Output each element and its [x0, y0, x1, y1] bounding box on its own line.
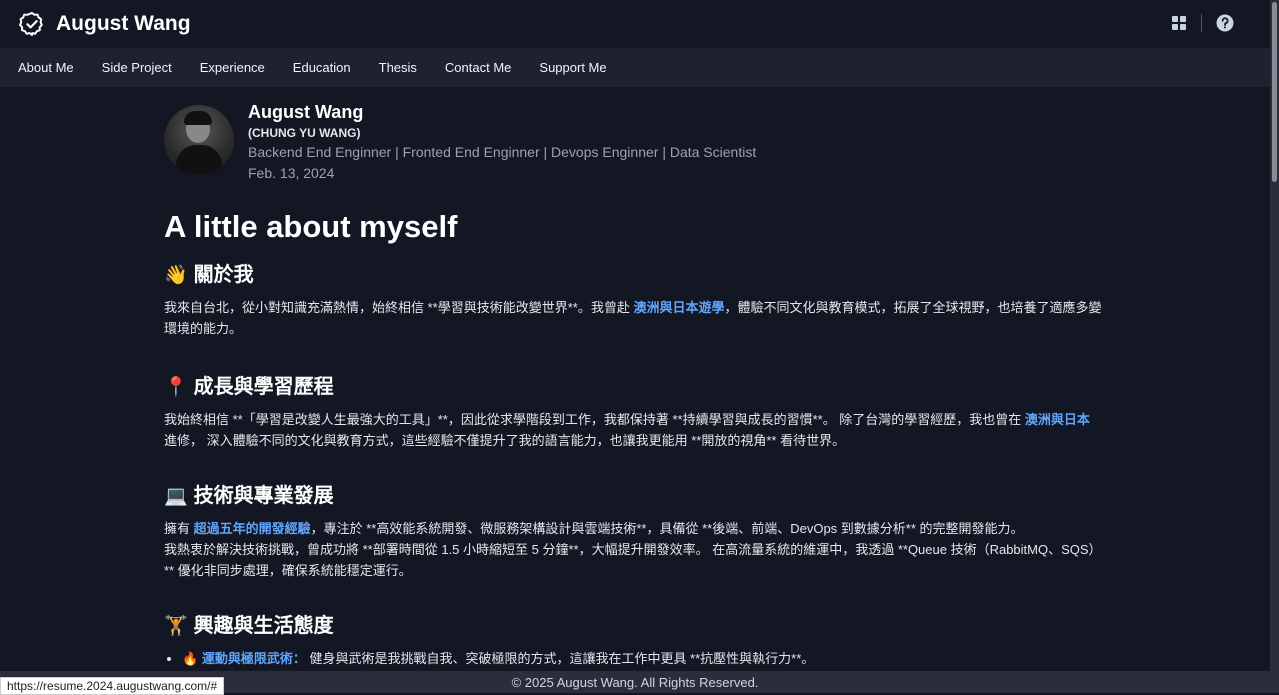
help-icon[interactable]: [1216, 14, 1234, 32]
scroll-thumb[interactable]: [1272, 2, 1277, 182]
section-title: 技術與專業發展: [193, 485, 334, 507]
fire-icon: 🔥: [182, 651, 199, 666]
nav-thesis[interactable]: Thesis: [379, 60, 417, 75]
section-heading: 🏋 興趣與生活態度: [164, 613, 814, 639]
divider: [1201, 14, 1202, 32]
nav-education[interactable]: Education: [293, 60, 351, 75]
section-heading: 💻 技術與專業發展: [164, 483, 1104, 509]
section-heading: 👋 關於我: [164, 262, 1104, 288]
section-title: 關於我: [193, 264, 254, 286]
nav-contact-me[interactable]: Contact Me: [445, 60, 511, 75]
paragraph-text: 擁有: [164, 521, 194, 536]
main-nav: About Me Side Project Experience Educati…: [0, 48, 1270, 87]
section-paragraph: 我來自台北，從小對知識充滿熱情，始終相信 **學習與技術能改變世界**。我曾赴 …: [164, 297, 1104, 339]
brand[interactable]: August Wang: [19, 11, 191, 37]
section-paragraph: 我熱衷於解決技術挑戰，曾成功將 **部署時間從 1.5 小時縮短至 5 分鐘**…: [164, 542, 1102, 578]
paragraph-text: 我始終相信 **「學習是改變人生最強大的工具」**，因此從求學階段到工作，我都保…: [164, 412, 1025, 427]
avatar: [164, 105, 234, 175]
top-bar: August Wang: [0, 0, 1270, 48]
section-tech: 💻 技術與專業發展 擁有 超過五年的開發經驗，專注於 **高效能系統開發、微服務架…: [164, 483, 1104, 581]
interest-list: 🔥 運動與極限武術： 健身與武術是我挑戰自我、突破極限的方式，這讓我在工作中更具…: [164, 648, 814, 669]
weightlifter-icon: 🏋: [164, 615, 188, 637]
list-item-text: 健身與武術是我挑戰自我、突破極限的方式，這讓我在工作中更具 **抗壓性與執行力*…: [305, 651, 815, 666]
pin-icon: 📍: [164, 376, 188, 398]
highlight-link[interactable]: 澳洲與日本遊學: [633, 300, 724, 315]
profile-roles: Backend End Enginner | Fronted End Engin…: [248, 144, 757, 160]
highlight-link[interactable]: 運動與極限武術：: [202, 651, 306, 666]
section-growth: 📍 成長與學習歷程 我始終相信 **「學習是改變人生最強大的工具」**，因此從求學…: [164, 374, 1104, 451]
grid-apps-icon[interactable]: [1171, 15, 1187, 31]
paragraph-text: ，專注於 **高效能系統開發、微服務架構設計與雲端技術**，具備從 **後端、前…: [310, 521, 1024, 536]
verified-badge-icon: [19, 11, 43, 37]
nav-experience[interactable]: Experience: [200, 60, 265, 75]
profile-info: August Wang (CHUNG YU WANG) Backend End …: [248, 100, 756, 184]
waving-hand-icon: 👋: [164, 264, 188, 286]
nav-support-me[interactable]: Support Me: [539, 60, 606, 75]
list-item: 🔥 運動與極限武術： 健身與武術是我挑戰自我、突破極限的方式，這讓我在工作中更具…: [182, 648, 814, 669]
highlight-link[interactable]: 超過五年的開發經驗: [194, 521, 311, 536]
section-about: 👋 關於我 我來自台北，從小對知識充滿熱情，始終相信 **學習與技術能改變世界**…: [164, 262, 1104, 339]
section-heading: 📍 成長與學習歷程: [164, 374, 1104, 400]
profile-date: Feb. 13, 2024: [248, 165, 335, 181]
section-paragraph: 我始終相信 **「學習是改變人生最強大的工具」**，因此從求學階段到工作，我都保…: [164, 409, 1104, 451]
paragraph-text: 進修， 深入體驗不同的文化與教育方式，這些經驗不僅提升了我的語言能力，也讓我更能…: [164, 433, 846, 448]
laptop-icon: 💻: [164, 485, 188, 507]
section-interests: 🏋興趣與生活態度 🔥 運動與極限武術： 健身與武術是我挑戰自我、突破極限的方式，…: [164, 613, 814, 669]
page-heading: A little about myself: [164, 209, 458, 244]
section-paragraph: 擁有 超過五年的開發經驗，專注於 **高效能系統開發、微服務架構設計與雲端技術*…: [164, 518, 1104, 539]
profile-subname: (CHUNG YU WANG): [248, 126, 361, 140]
highlight-link[interactable]: 澳洲與日本: [1025, 412, 1090, 427]
section-title: 興趣與生活態度: [193, 615, 334, 637]
profile-name: August Wang: [248, 102, 364, 122]
scrollbar[interactable]: [1270, 0, 1279, 693]
nav-about-me[interactable]: About Me: [18, 60, 74, 75]
nav-side-project[interactable]: Side Project: [102, 60, 172, 75]
top-actions: [1171, 14, 1234, 32]
status-url: https://resume.2024.augustwang.com/#: [0, 677, 225, 695]
paragraph-text: 我來自台北，從小對知識充滿熱情，始終相信 **學習與技術能改變世界**。我曾赴: [164, 300, 634, 315]
main-content: August Wang (CHUNG YU WANG) Backend End …: [164, 100, 1104, 666]
profile-card: August Wang (CHUNG YU WANG) Backend End …: [164, 100, 1104, 184]
site-title: August Wang: [56, 12, 191, 35]
section-title: 成長與學習歷程: [193, 376, 334, 398]
